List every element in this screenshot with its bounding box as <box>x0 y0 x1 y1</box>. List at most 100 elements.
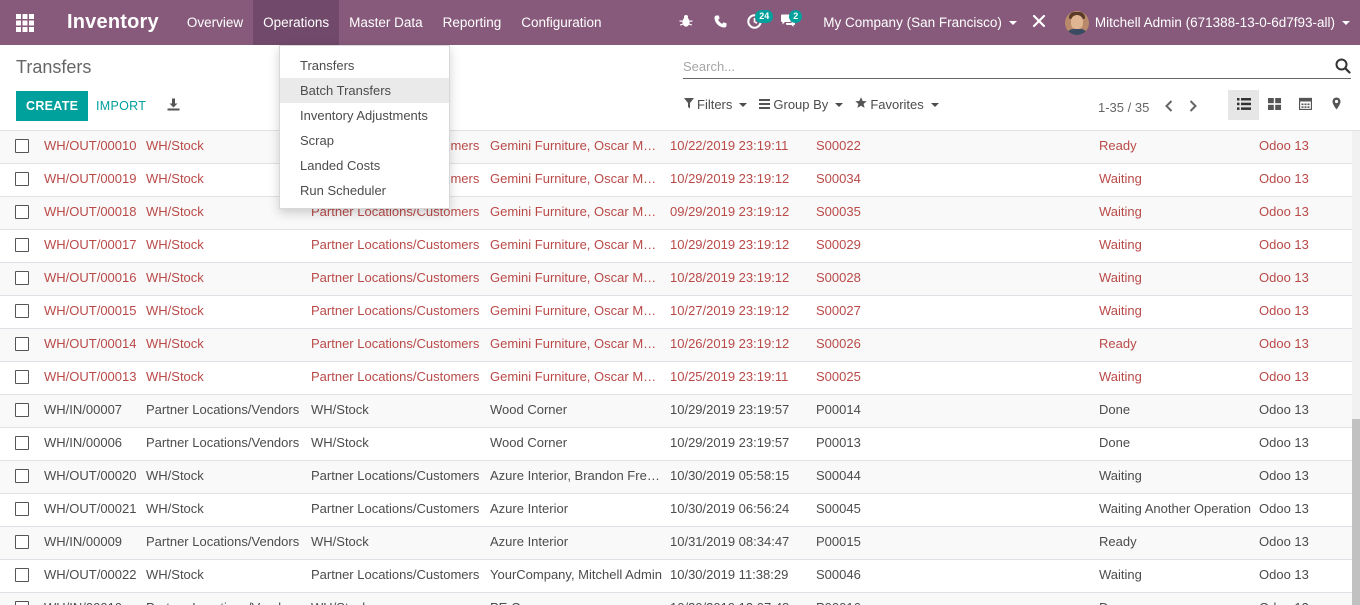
reference-cell: WH/OUT/00013 <box>44 369 137 384</box>
download-button[interactable] <box>164 97 182 115</box>
source-location-cell: Partner Locations/Vendors <box>146 435 300 450</box>
row-checkbox[interactable] <box>15 172 29 186</box>
status-cell: Done <box>1099 402 1131 417</box>
table-row[interactable]: WH/OUT/00014 WH/Stock Partner Locations/Cu… <box>0 329 1352 362</box>
menu-reporting[interactable]: Reporting <box>433 0 512 45</box>
company-name: My Company (San Francisco) <box>823 15 1002 30</box>
table-row[interactable]: WH/OUT/00013 WH/Stock Partner Locations/Cu… <box>0 362 1352 395</box>
debug-bug-button[interactable] <box>669 0 703 45</box>
row-checkbox[interactable] <box>15 403 29 417</box>
source-location-cell: Partner Locations/Vendors <box>146 534 300 549</box>
reference-cell: WH/OUT/00014 <box>44 336 137 351</box>
scheduled-date-cell: 10/28/2019 23:19:12 <box>670 270 790 285</box>
table-row[interactable]: WH/OUT/00021 WH/Stock Partner Locations/Cu… <box>0 494 1352 527</box>
user-menu[interactable]: Mitchell Admin (671388-13-0-6d7f93-all) <box>1059 0 1360 45</box>
menu-item-batch-transfers[interactable]: Batch Transfers <box>280 78 449 103</box>
tools-icon <box>1032 14 1046 31</box>
table-row[interactable]: WH/IN/00006 Partner Locations/Vendors WH/S… <box>0 428 1352 461</box>
menu-item-scrap[interactable]: Scrap <box>280 128 449 153</box>
pager-value[interactable]: 1-35 / 35 <box>1098 100 1149 115</box>
scheduled-date-cell: 10/26/2019 23:19:12 <box>670 336 790 351</box>
menu-item-transfers[interactable]: Transfers <box>280 53 449 78</box>
row-checkbox[interactable] <box>15 337 29 351</box>
contact-cell: Azure Interior <box>490 501 569 516</box>
row-checkbox[interactable] <box>15 502 29 516</box>
row-checkbox[interactable] <box>15 205 29 219</box>
row-checkbox[interactable] <box>15 469 29 483</box>
table-row[interactable]: WH/OUT/00016 WH/Stock Partner Locations/Cu… <box>0 263 1352 296</box>
table-row[interactable]: WH/OUT/00018 WH/Stock Partner Locations/Cu… <box>0 197 1352 230</box>
menu-item-landed-costs[interactable]: Landed Costs <box>280 153 449 178</box>
menu-overview[interactable]: Overview <box>177 0 253 45</box>
row-checkbox[interactable] <box>15 139 29 153</box>
close-switcher-button[interactable] <box>1027 0 1051 45</box>
menu-item-run-scheduler[interactable]: Run Scheduler <box>280 178 449 203</box>
row-checkbox[interactable] <box>15 568 29 582</box>
source-location-cell: WH/Stock <box>146 468 204 483</box>
pager-next-button[interactable] <box>1181 97 1205 117</box>
status-cell: Waiting <box>1099 468 1142 483</box>
import-button[interactable]: IMPORT <box>88 91 154 121</box>
favorites-button[interactable]: Favorites <box>855 97 939 112</box>
status-cell: Waiting <box>1099 270 1142 285</box>
scheduled-date-cell: 10/29/2019 23:19:12 <box>670 171 790 186</box>
app-title[interactable]: Inventory <box>50 11 177 34</box>
messages-button[interactable]: 2 <box>771 0 805 45</box>
table-row[interactable]: WH/OUT/00020 WH/Stock Partner Locations/Cu… <box>0 461 1352 494</box>
apps-menu-button[interactable] <box>0 0 50 45</box>
search-icon[interactable] <box>1335 58 1351 77</box>
map-view-button[interactable] <box>1321 90 1352 120</box>
row-checkbox[interactable] <box>15 271 29 285</box>
list-scrollbar[interactable] <box>1352 131 1360 605</box>
group-by-button[interactable]: Group By <box>759 97 844 112</box>
view-switcher <box>1228 90 1352 120</box>
row-checkbox[interactable] <box>15 370 29 384</box>
phone-button[interactable] <box>703 0 737 45</box>
menu-configuration[interactable]: Configuration <box>511 0 611 45</box>
menu-operations[interactable]: Operations <box>253 0 340 45</box>
scheduled-date-cell: 10/22/2019 23:19:11 <box>670 138 789 153</box>
top-navbar: Inventory Overview Operations Master Dat… <box>0 0 1360 45</box>
create-button[interactable]: CREATE <box>16 91 89 121</box>
status-cell: Ready <box>1099 138 1137 153</box>
calendar-view-button[interactable] <box>1290 90 1321 120</box>
source-location-cell: Partner Locations/Vendors <box>146 402 300 417</box>
table-row[interactable]: WH/OUT/00015 WH/Stock Partner Locations/Cu… <box>0 296 1352 329</box>
company-cell: Odoo 13 <box>1259 435 1309 450</box>
table-row[interactable]: WH/OUT/00010WH/StockPartner Locations/Cu… <box>0 131 1352 164</box>
phone-icon <box>714 15 727 31</box>
reference-cell: WH/OUT/00021 <box>44 501 137 516</box>
status-cell: Waiting <box>1099 369 1142 384</box>
row-checkbox[interactable] <box>15 601 29 605</box>
table-row[interactable]: WH/OUT/00019WH/StockPartner Locations/Cu… <box>0 164 1352 197</box>
menu-item-inventory-adjustments[interactable]: Inventory Adjustments <box>280 103 449 128</box>
activities-button[interactable]: 24 <box>737 0 774 45</box>
scheduled-date-cell: 10/29/2019 23:19:57 <box>670 402 790 417</box>
row-checkbox[interactable] <box>15 436 29 450</box>
row-checkbox[interactable] <box>15 535 29 549</box>
table-row[interactable]: WH/IN/00007 Partner Locations/Vendors WH/S… <box>0 395 1352 428</box>
status-cell: Waiting <box>1099 303 1142 318</box>
scrollbar-thumb[interactable] <box>1352 419 1360 605</box>
chevron-down-icon <box>1342 20 1350 25</box>
table-row[interactable]: WH/IN/00009 Partner Locations/Vendors WH/S… <box>0 527 1352 560</box>
source-location-cell: WH/Stock <box>146 501 204 516</box>
source-document-cell: S00046 <box>816 567 861 582</box>
row-checkbox[interactable] <box>15 304 29 318</box>
kanban-view-button[interactable] <box>1259 90 1290 120</box>
destination-location-cell: WH/Stock <box>311 435 369 450</box>
table-row[interactable]: WH/OUT/00017 WH/Stock Partner Locations/Cu… <box>0 230 1352 263</box>
search-input[interactable] <box>683 55 1323 77</box>
menu-master-data[interactable]: Master Data <box>339 0 433 45</box>
reference-cell: WH/OUT/00017 <box>44 237 137 252</box>
pager-previous-button[interactable] <box>1157 97 1181 117</box>
destination-location-cell: Partner Locations/Customers <box>311 468 480 483</box>
kanban-icon <box>1268 97 1281 113</box>
list-view-button[interactable] <box>1228 90 1259 120</box>
filters-button[interactable]: Filters <box>684 97 748 112</box>
company-switcher[interactable]: My Company (San Francisco) <box>811 0 1027 45</box>
row-checkbox[interactable] <box>15 238 29 252</box>
star-icon <box>855 97 870 112</box>
table-row[interactable]: WH/IN/00010Partner Locations/Vendors WH/S… <box>0 593 1352 605</box>
table-row[interactable]: WH/OUT/00022 WH/Stock Partner Locations/Cu… <box>0 560 1352 593</box>
